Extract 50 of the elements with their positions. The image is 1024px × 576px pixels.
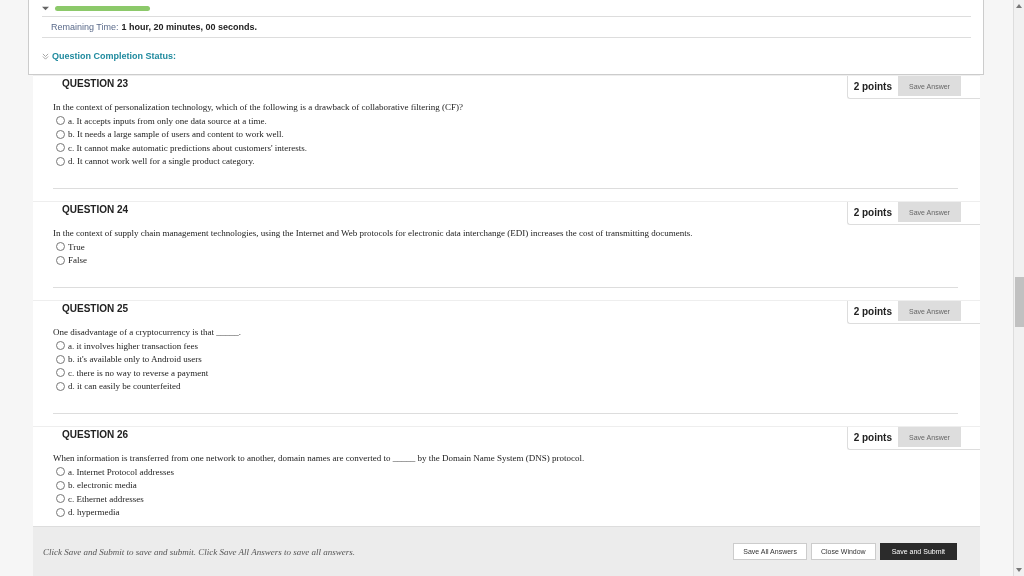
question-title: QUESTION 24 (62, 204, 129, 215)
radio-button[interactable] (56, 129, 65, 139)
expand-chevron-icon[interactable] (42, 52, 49, 60)
radio-button[interactable] (56, 467, 65, 477)
answer-option: True (68, 241, 85, 252)
points-label: 2 points (853, 305, 892, 317)
radio-button[interactable] (56, 156, 65, 166)
radio-button[interactable] (56, 507, 65, 517)
collapse-caret-icon[interactable] (42, 4, 49, 12)
points-label: 2 points (853, 80, 892, 92)
question-text: In the context of supply chain management technologies, using the Internet and Web protocols for electronic data interchange (EDI) increases the cost of transmitting documents. (53, 228, 694, 238)
radio-button[interactable] (56, 143, 65, 153)
scroll-up-icon[interactable] (1016, 4, 1022, 8)
radio-button[interactable] (56, 494, 65, 504)
question-title: QUESTION 26 (62, 429, 129, 440)
answer-option: c. there is no way to reverse a payment (68, 367, 209, 378)
question-title: QUESTION 25 (62, 303, 129, 314)
answer-option: c. It cannot make automatic predictions about customers' interests. (68, 142, 308, 153)
radio-button[interactable] (56, 116, 65, 126)
radio-button[interactable] (56, 341, 65, 351)
answer-option: b. It needs a large sample of users and content to work well. (68, 129, 284, 140)
answer-option: a. It accepts inputs from only one data source at a time. (68, 115, 267, 126)
remaining-time-label: Remaining Time: (51, 22, 119, 32)
points-label: 2 points (853, 206, 892, 218)
answer-option: d. It cannot work well for a single product category. (68, 156, 255, 167)
radio-button[interactable] (56, 354, 65, 364)
answer-option: False (68, 255, 87, 266)
remaining-time-value: 1 hour, 20 minutes, 00 seconds. (121, 22, 258, 32)
radio-button[interactable] (56, 368, 65, 378)
scroll-down-icon[interactable] (1016, 568, 1022, 572)
question-text: In the context of personalization technology, which of the following is a drawback of collaborative filtering (CF)? (53, 102, 465, 112)
answer-option: a. Internet Protocol addresses (68, 466, 174, 477)
answer-option: a. it involves higher transaction fees (68, 340, 198, 351)
answer-option: d. it can easily be counterfeited (68, 381, 181, 392)
radio-button[interactable] (56, 381, 65, 391)
answer-option: b. electronic media (68, 480, 137, 491)
radio-button[interactable] (56, 480, 65, 490)
question-text: When information is transferred from one network to another, domain names are converted to _____ by the Domain Name System (DNS) protocol. (53, 453, 586, 463)
question-title: QUESTION 23 (62, 78, 129, 89)
answer-option: b. it's available only to Android users (68, 354, 202, 365)
question-text: One disadvantage of a cryptocurrency is that _____. (53, 327, 242, 337)
radio-button[interactable] (56, 242, 65, 252)
footer-hint: Click Save and Submit to save and submit. Click Save All Answers to save all answers. (43, 546, 355, 557)
scrollbar-thumb[interactable] (1014, 277, 1024, 327)
scrollbar[interactable] (1013, 0, 1024, 576)
completion-status-link[interactable]: Question Completion Status: (52, 51, 176, 61)
points-label: 2 points (853, 431, 892, 443)
radio-button[interactable] (56, 255, 65, 265)
answer-option: c. Ethernet addresses (68, 493, 144, 504)
answer-option: d. hypermedia (68, 507, 120, 518)
